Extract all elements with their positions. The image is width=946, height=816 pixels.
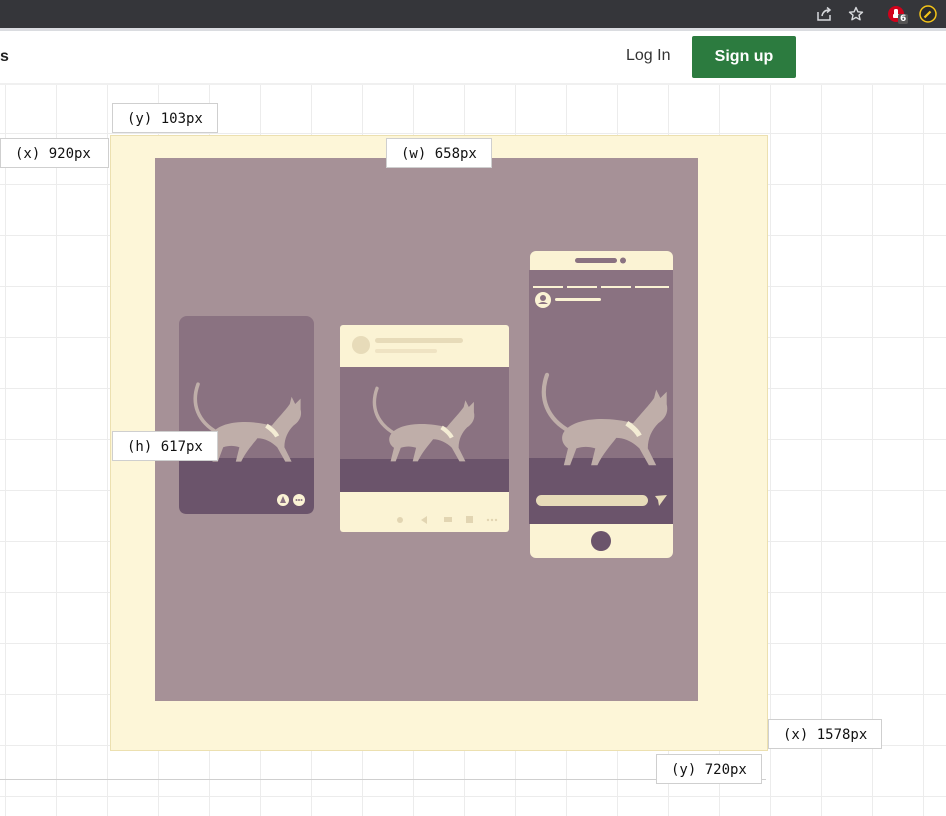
- content-divider: [0, 779, 766, 780]
- measure-y-top: (y) 103px: [112, 103, 218, 133]
- measure-height: (h) 617px: [112, 431, 218, 461]
- measure-width: (w) 658px: [386, 138, 492, 168]
- signup-button[interactable]: Sign up: [692, 36, 796, 78]
- extension-badge: 6: [898, 14, 909, 24]
- measure-y-bottom: (y) 720px: [656, 754, 762, 784]
- illustration: [155, 158, 698, 701]
- star-icon[interactable]: [846, 4, 866, 24]
- nav-item-partial[interactable]: s: [0, 48, 9, 66]
- site-header: s Log In Sign up: [0, 31, 946, 85]
- measure-x-right: (x) 1578px: [768, 719, 883, 749]
- cat-illustration: [179, 251, 673, 558]
- phone-frame: [529, 251, 673, 558]
- measure-x-left: (x) 920px: [0, 138, 109, 168]
- share-icon[interactable]: [814, 4, 834, 24]
- post-frame: [340, 325, 509, 532]
- browser-toolbar: 6: [0, 0, 946, 31]
- story-frame: [179, 316, 314, 514]
- pencil-icon[interactable]: [918, 4, 938, 24]
- login-link[interactable]: Log In: [626, 47, 670, 65]
